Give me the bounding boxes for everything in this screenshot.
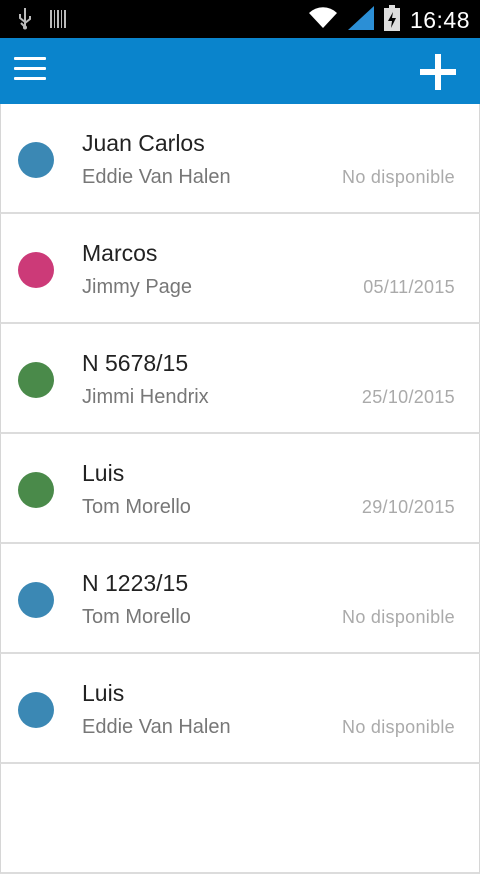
list-item[interactable]: N 1223/15 Tom Morello No disponible bbox=[0, 544, 480, 654]
item-title: N 5678/15 bbox=[82, 350, 189, 376]
plus-icon[interactable] bbox=[420, 54, 456, 90]
battery-charging-icon bbox=[383, 5, 400, 36]
status-dot bbox=[18, 472, 54, 508]
barcode-icon bbox=[50, 9, 66, 34]
list-item[interactable]: N 5678/15 Jimmi Hendrix 25/10/2015 bbox=[0, 324, 480, 434]
status-dot bbox=[18, 252, 54, 288]
list-item[interactable]: Luis Eddie Van Halen No disponible bbox=[0, 654, 480, 764]
signal-icon bbox=[347, 6, 374, 35]
status-dot bbox=[18, 142, 54, 178]
item-date: No disponible bbox=[342, 607, 455, 627]
item-subtitle: Eddie Van Halen bbox=[82, 166, 231, 188]
usb-icon bbox=[18, 8, 32, 35]
item-title: Luis bbox=[82, 460, 125, 486]
item-title: Luis bbox=[82, 680, 125, 706]
app-bar bbox=[0, 38, 480, 104]
item-subtitle: Jimmy Page bbox=[82, 276, 193, 298]
item-subtitle: Tom Morello bbox=[82, 606, 191, 628]
item-date: No disponible bbox=[342, 717, 455, 737]
list-item[interactable]: Juan Carlos Eddie Van Halen No disponibl… bbox=[0, 104, 480, 214]
item-list: Juan Carlos Eddie Van Halen No disponibl… bbox=[0, 104, 480, 874]
item-title: Juan Carlos bbox=[82, 130, 205, 156]
list-item[interactable] bbox=[0, 764, 480, 874]
item-title: Marcos bbox=[82, 240, 158, 266]
status-dot bbox=[18, 692, 54, 728]
hamburger-menu-icon[interactable] bbox=[14, 57, 46, 83]
item-title: N 1223/15 bbox=[82, 570, 189, 596]
list-item[interactable]: Marcos Jimmy Page 05/11/2015 bbox=[0, 214, 480, 324]
item-date: 29/10/2015 bbox=[361, 497, 455, 517]
item-subtitle: Tom Morello bbox=[82, 496, 191, 518]
item-date: No disponible bbox=[342, 167, 455, 187]
wifi-icon bbox=[308, 6, 338, 35]
status-dot bbox=[18, 582, 54, 618]
status-time: 16:48 bbox=[409, 7, 470, 33]
item-date: 25/10/2015 bbox=[361, 387, 455, 407]
list-item[interactable]: Luis Tom Morello 29/10/2015 bbox=[0, 434, 480, 544]
status-dot bbox=[18, 362, 54, 398]
item-subtitle: Eddie Van Halen bbox=[82, 716, 231, 738]
status-bar: 16:48 bbox=[0, 0, 480, 38]
item-date: 05/11/2015 bbox=[363, 277, 455, 297]
item-subtitle: Jimmi Hendrix bbox=[82, 386, 209, 408]
